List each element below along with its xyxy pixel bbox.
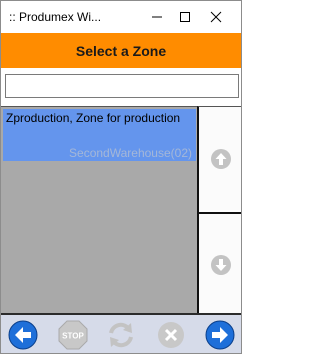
page-title: Select a Zone xyxy=(75,42,167,59)
page-header: Select a Zone xyxy=(1,33,241,68)
back-button[interactable] xyxy=(7,319,39,351)
search-input[interactable] xyxy=(5,74,239,98)
zone-name: Zproduction, Zone for production xyxy=(6,111,181,125)
next-arrow-icon xyxy=(205,320,235,350)
refresh-button[interactable] xyxy=(105,319,137,351)
scroll-down-button[interactable] xyxy=(199,212,241,316)
cancel-icon xyxy=(158,322,184,348)
bottom-toolbar: STOP xyxy=(1,313,241,353)
close-icon xyxy=(210,11,222,23)
back-arrow-icon xyxy=(8,320,38,350)
app-window: :: Produmex Wi... Select a Zone Zproduct… xyxy=(0,0,242,354)
zone-list: Zproduction, Zone for production SecondW… xyxy=(1,106,197,314)
stop-label: STOP xyxy=(62,332,84,341)
scroll-up-button[interactable] xyxy=(199,107,241,210)
close-button[interactable] xyxy=(201,1,231,33)
arrow-down-circle-icon xyxy=(211,255,231,275)
refresh-icon xyxy=(109,322,133,348)
cancel-button[interactable] xyxy=(155,319,187,351)
list-item[interactable]: Zproduction, Zone for production SecondW… xyxy=(3,109,196,161)
arrow-up-circle-icon xyxy=(211,148,231,169)
search-bar xyxy=(1,68,241,106)
window-title: :: Produmex Wi... xyxy=(9,10,102,24)
maximize-button[interactable] xyxy=(170,1,200,33)
stop-button[interactable]: STOP xyxy=(57,319,89,351)
next-button[interactable] xyxy=(204,319,236,351)
stop-icon: STOP xyxy=(58,320,88,350)
title-bar: :: Produmex Wi... xyxy=(1,1,241,33)
scroll-controls xyxy=(197,106,241,316)
zone-warehouse: SecondWarehouse(02) xyxy=(69,146,192,160)
minimize-button[interactable] xyxy=(142,1,172,33)
minimize-icon xyxy=(152,16,162,18)
maximize-icon xyxy=(180,12,190,22)
